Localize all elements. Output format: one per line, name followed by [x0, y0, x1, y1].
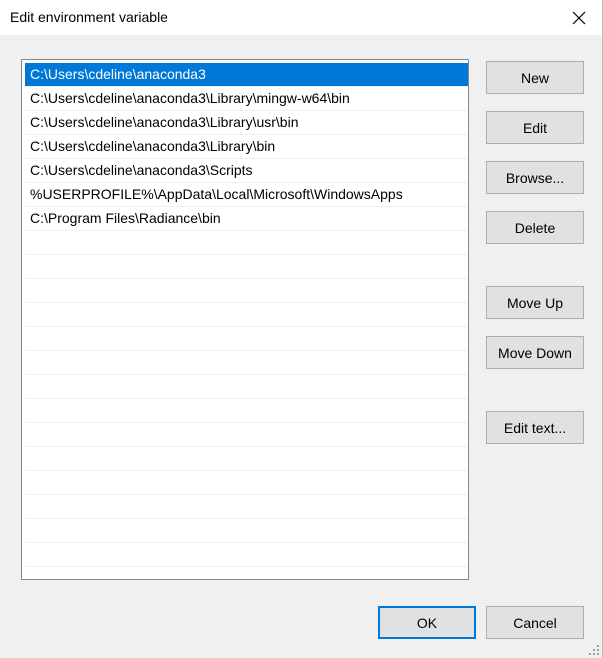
- empty-list-row[interactable]: [25, 255, 468, 279]
- close-button[interactable]: [556, 0, 602, 35]
- path-entries-list[interactable]: C:\Users\cdeline\anaconda3 C:\Users\cdel…: [21, 59, 469, 580]
- list-item[interactable]: C:\Program Files\Radiance\bin: [25, 207, 468, 231]
- empty-list-row[interactable]: [25, 471, 468, 495]
- list-item-text: C:\Users\cdeline\anaconda3\Library\mingw…: [30, 90, 350, 106]
- cancel-button[interactable]: Cancel: [486, 606, 584, 639]
- list-item-text: C:\Program Files\Radiance\bin: [30, 210, 221, 226]
- empty-list-row[interactable]: [25, 543, 468, 567]
- resize-grip-icon[interactable]: [588, 644, 600, 656]
- list-item[interactable]: C:\Users\cdeline\anaconda3\Library\bin: [25, 135, 468, 159]
- edit-env-variable-dialog: Edit environment variable C:\Users\cdeli…: [0, 0, 603, 658]
- list-item[interactable]: C:\Users\cdeline\anaconda3: [25, 63, 468, 87]
- list-item[interactable]: C:\Users\cdeline\anaconda3\Library\usr\b…: [25, 111, 468, 135]
- empty-list-row[interactable]: [25, 231, 468, 255]
- browse-button[interactable]: Browse...: [486, 161, 584, 194]
- move-down-button[interactable]: Move Down: [486, 336, 584, 369]
- empty-list-row[interactable]: [25, 327, 468, 351]
- list-item-text: C:\Users\cdeline\anaconda3: [30, 66, 206, 82]
- empty-list-row[interactable]: [25, 519, 468, 543]
- empty-list-row[interactable]: [25, 279, 468, 303]
- title-bar: Edit environment variable: [0, 0, 602, 35]
- close-icon: [572, 11, 586, 24]
- edit-text-button[interactable]: Edit text...: [486, 411, 584, 444]
- empty-list-row[interactable]: [25, 351, 468, 375]
- list-item-text: C:\Users\cdeline\anaconda3\Library\usr\b…: [30, 114, 299, 130]
- list-item-text: %USERPROFILE%\AppData\Local\Microsoft\Wi…: [30, 186, 403, 202]
- empty-list-row[interactable]: [25, 303, 468, 327]
- empty-list-row[interactable]: [25, 375, 468, 399]
- empty-list-row[interactable]: [25, 423, 468, 447]
- ok-button[interactable]: OK: [378, 606, 476, 639]
- list-item-text: C:\Users\cdeline\anaconda3\Library\bin: [30, 138, 276, 154]
- edit-button[interactable]: Edit: [486, 111, 584, 144]
- empty-list-row[interactable]: [25, 495, 468, 519]
- list-item[interactable]: %USERPROFILE%\AppData\Local\Microsoft\Wi…: [25, 183, 468, 207]
- empty-list-row[interactable]: [25, 399, 468, 423]
- list-item[interactable]: C:\Users\cdeline\anaconda3\Scripts: [25, 159, 468, 183]
- move-up-button[interactable]: Move Up: [486, 286, 584, 319]
- list-item-text: C:\Users\cdeline\anaconda3\Scripts: [30, 162, 253, 178]
- delete-button[interactable]: Delete: [486, 211, 584, 244]
- new-button[interactable]: New: [486, 61, 584, 94]
- window-title: Edit environment variable: [10, 9, 168, 25]
- empty-list-row[interactable]: [25, 447, 468, 471]
- list-item[interactable]: C:\Users\cdeline\anaconda3\Library\mingw…: [25, 87, 468, 111]
